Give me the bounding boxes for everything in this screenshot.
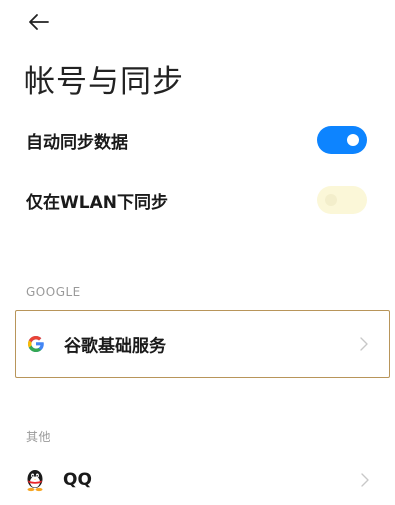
wlan-sync-toggle[interactable] (317, 186, 367, 214)
wlan-sync-label: 仅在WLAN下同步 (26, 192, 168, 213)
auto-sync-label: 自动同步数据 (26, 132, 128, 153)
chevron-right-icon (360, 337, 368, 351)
arrow-left-icon (29, 14, 49, 30)
wlan-sync-row[interactable]: 仅在WLAN下同步 (0, 180, 395, 220)
auto-sync-toggle[interactable] (317, 126, 367, 154)
qq-penguin-icon (27, 470, 43, 492)
back-button[interactable] (24, 10, 52, 34)
google-services-label: 谷歌基础服务 (64, 336, 166, 357)
auto-sync-row[interactable]: 自动同步数据 (0, 120, 395, 160)
chevron-right-icon (361, 473, 369, 487)
other-section-header: 其他 (26, 430, 52, 444)
toggle-knob (325, 194, 337, 206)
qq-label: QQ (63, 470, 92, 490)
page-title: 帐号与同步 (24, 64, 184, 100)
google-services-item[interactable]: 谷歌基础服务 (15, 310, 390, 378)
google-g-icon (28, 336, 44, 352)
google-section-header: GOOGLE (26, 285, 81, 299)
toggle-knob (347, 134, 359, 146)
qq-item[interactable]: QQ (15, 458, 390, 502)
